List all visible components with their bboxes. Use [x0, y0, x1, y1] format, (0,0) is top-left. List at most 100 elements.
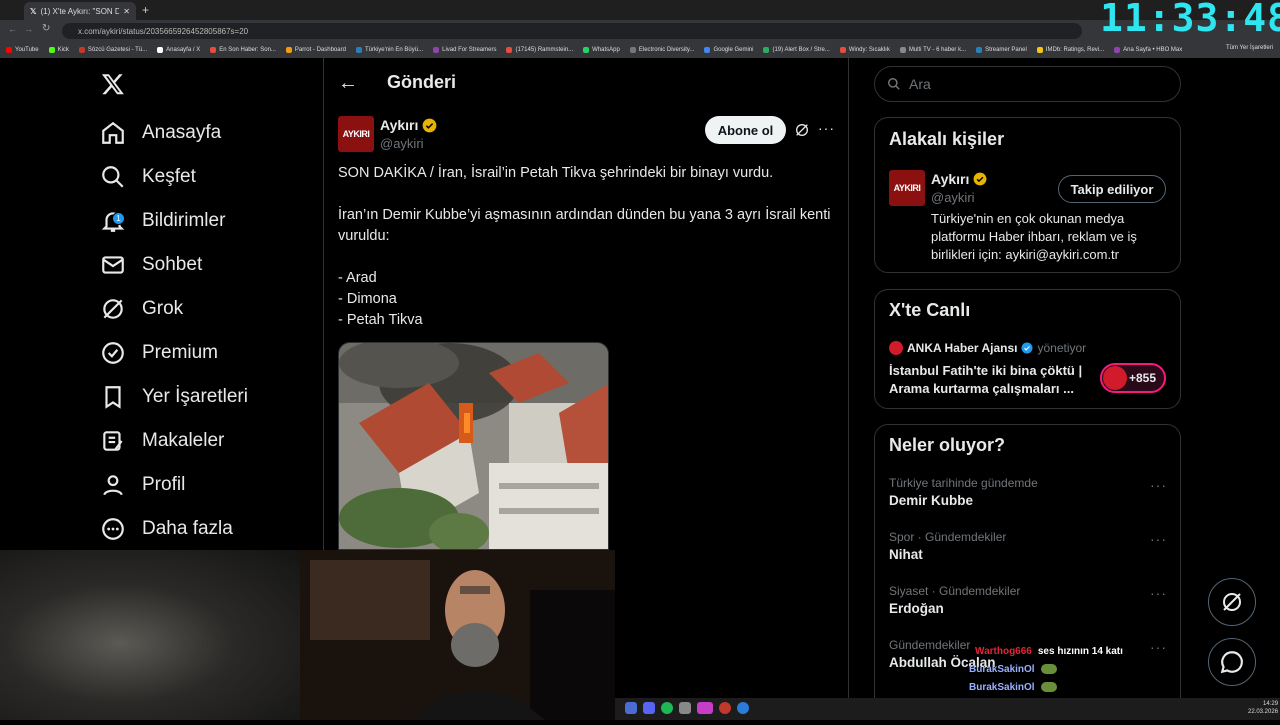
bookmark-item[interactable]: Windy: Sıcaklık — [839, 47, 890, 53]
all-bookmarks-link[interactable]: Tüm Yer İşaretleri — [1226, 45, 1273, 51]
trend-more-icon[interactable]: ··· — [1150, 531, 1167, 547]
bookmark-favicon-icon — [6, 47, 12, 53]
system-clock[interactable]: 14:29 22.03.2026 — [1248, 700, 1278, 716]
related-name[interactable]: Aykırı — [931, 171, 969, 187]
nav-label: Profil — [142, 474, 186, 495]
author-handle[interactable]: @aykiri — [380, 136, 424, 151]
nav-item-anasayfa[interactable]: Anasayfa — [100, 113, 221, 153]
bookmark-item[interactable]: Parrot - Dashboard — [285, 47, 346, 53]
bookmark-label: Multi TV - 6 haber k... — [908, 47, 967, 53]
live-listeners-pill[interactable]: +855 — [1100, 363, 1166, 393]
grok-icon[interactable] — [794, 122, 810, 138]
bookmark-item[interactable]: Electronic Diversity... — [629, 47, 694, 53]
nav-item-bildirimler[interactable]: 1 Bildirimler — [100, 201, 225, 241]
related-avatar-text: AYKIRI — [893, 183, 921, 193]
live-headline[interactable]: İstanbul Fatih'te iki bina çöktü | Arama… — [889, 362, 1089, 398]
bookmark-label: En Son Haber: Son... — [219, 47, 276, 53]
trend-more-icon[interactable]: ··· — [1150, 477, 1167, 493]
nav-item-daha-fazla[interactable]: Daha fazla — [100, 509, 233, 549]
author-name[interactable]: Aykırı — [380, 117, 418, 133]
bookmark-item[interactable]: Google Gemini — [704, 47, 753, 53]
x-logo-icon[interactable] — [101, 72, 125, 96]
discord-icon[interactable] — [643, 702, 655, 714]
nav-item-premium[interactable]: Premium — [100, 333, 218, 373]
related-avatar[interactable]: AYKIRI — [889, 170, 925, 206]
nav-item-keşfet[interactable]: Keşfet — [100, 157, 196, 197]
avatar-text: AYKIRI — [342, 129, 370, 139]
verified-badge-icon — [1021, 342, 1033, 354]
nav-label: Sohbet — [142, 254, 203, 275]
bookmark-item[interactable]: Streamer Panel — [976, 47, 1027, 53]
nav-item-grok[interactable]: Grok — [100, 289, 183, 329]
search-input[interactable]: Ara — [874, 66, 1181, 102]
bookmark-item[interactable]: YouTube — [6, 47, 39, 53]
trend-name[interactable]: Erdoğan — [889, 601, 944, 616]
bookmark-label: WhatsApp — [592, 47, 620, 53]
bookmark-label: Google Gemini — [713, 47, 754, 53]
grok-float-button[interactable] — [1208, 578, 1256, 626]
forward-icon[interactable]: → — [24, 24, 33, 34]
bookmark-item[interactable]: Anasayfa / X — [157, 47, 200, 53]
trend-more-icon[interactable]: ··· — [1150, 639, 1167, 655]
app-icon[interactable] — [625, 702, 637, 714]
bookmark-label: Türkiye'nin En Büyü... — [364, 47, 424, 53]
bookmark-label: Parrot - Dashboard — [294, 47, 346, 53]
trend-name[interactable]: Nihat — [889, 547, 923, 562]
subscribe-button[interactable]: Abone ol — [705, 116, 786, 144]
nav-item-profil[interactable]: Profil — [100, 465, 185, 505]
bookmark-label: Windy: Sıcaklık — [848, 47, 890, 53]
reload-icon[interactable]: ↻ — [42, 23, 50, 34]
nav-label: Bildirimler — [142, 210, 226, 231]
taskbar-time: 14:29 — [1263, 701, 1279, 707]
bookmark-item[interactable]: (19) Alert Box / Stre... — [763, 47, 830, 53]
bookmark-label: Anasayfa / X — [166, 47, 201, 53]
following-button[interactable]: Takip ediliyor — [1058, 175, 1166, 203]
close-tab-icon[interactable]: ✕ — [123, 7, 130, 16]
chat-username: Warthog666 — [975, 646, 1032, 657]
bookmark-item[interactable]: Livad For Streamers — [433, 47, 496, 53]
nav-label: Keşfet — [142, 166, 196, 187]
nav-item-sohbet[interactable]: Sohbet — [100, 245, 202, 285]
post-image[interactable] — [338, 342, 609, 550]
url-field[interactable]: x.com/aykiri/status/2035665926452805867s… — [62, 23, 1082, 39]
bookmark-item[interactable]: (17145) Rammstein... — [506, 47, 573, 53]
bookmark-item[interactable]: Kick — [48, 47, 69, 53]
back-icon[interactable]: ← — [8, 24, 17, 34]
app-icon[interactable] — [697, 702, 713, 714]
x-favicon-icon: 𝕏 — [30, 6, 37, 16]
more-options-icon[interactable]: ··· — [818, 120, 835, 136]
app-icon[interactable] — [719, 702, 731, 714]
bookmark-item[interactable]: Ana Sayfa • HBO Max — [1114, 47, 1182, 53]
bookmark-item[interactable]: Multi TV - 6 haber k... — [899, 47, 967, 53]
bookmark-favicon-icon — [78, 47, 85, 53]
bookmark-item[interactable]: WhatsApp — [583, 47, 620, 53]
trend-name[interactable]: Demir Kubbe — [889, 493, 973, 508]
bookmark-item[interactable]: IMDb: Ratings, Revi... — [1036, 47, 1104, 53]
spotify-icon[interactable] — [661, 702, 673, 714]
nav-label: Yer İşaretleri — [142, 386, 248, 407]
chat-message: BurakSakinOl — [969, 682, 1057, 693]
bookmark-label: Kick — [57, 47, 69, 53]
verified-badge-icon — [423, 118, 437, 132]
trends-card — [874, 424, 1181, 720]
chat-username: BurakSakinOl — [969, 664, 1035, 675]
live-avatar — [1103, 366, 1127, 390]
bookmark-item[interactable]: Sözcü Gazetesi - Tü... — [78, 47, 147, 53]
author-avatar[interactable]: AYKIRI — [338, 116, 374, 152]
bookmark-label: (19) Alert Box / Stre... — [772, 47, 830, 53]
related-bio: Türkiye'nin en çok okunan medya platform… — [931, 211, 1137, 262]
trend-more-icon[interactable]: ··· — [1150, 585, 1167, 601]
nav-item-yer-i̇şaretleri[interactable]: Yer İşaretleri — [100, 377, 248, 417]
bookmark-item[interactable]: Türkiye'nin En Büyü... — [355, 47, 424, 53]
bookmark-item[interactable]: En Son Haber: Son... — [210, 47, 276, 53]
browser-tab-active[interactable]: 𝕏 (1) X'te Aykırı: "SON DAKİKA / İ... ✕ — [24, 2, 136, 20]
live-host[interactable]: ANKA Haber Ajansı — [907, 341, 1017, 355]
app-icon[interactable] — [679, 702, 691, 714]
app-icon[interactable] — [737, 702, 749, 714]
messages-float-button[interactable] — [1208, 638, 1256, 686]
back-arrow-icon[interactable]: ← — [338, 72, 358, 95]
trend-context: Siyaset · Gündemdekiler — [889, 584, 1021, 598]
new-tab-icon[interactable]: + — [142, 3, 149, 17]
nav-item-makaleler[interactable]: Makaleler — [100, 421, 224, 461]
related-handle[interactable]: @aykiri — [931, 190, 975, 205]
